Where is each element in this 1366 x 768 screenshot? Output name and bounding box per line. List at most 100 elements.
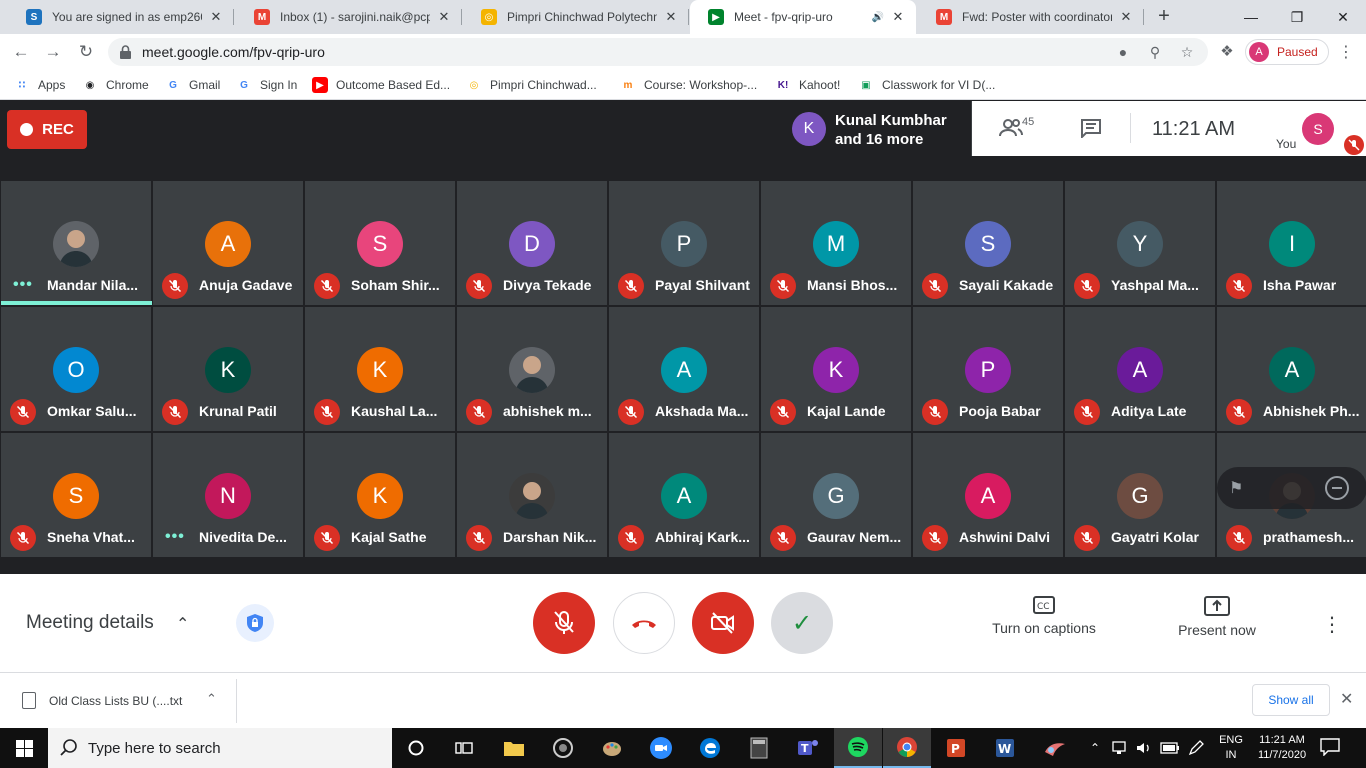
- browser-tab[interactable]: ◎ Pimpri Chinchwad Polytechnic ✕: [463, 0, 689, 34]
- camera-icon[interactable]: ●: [1114, 43, 1132, 61]
- bookmark-item[interactable]: ∷ Apps: [14, 76, 65, 94]
- browser-tab[interactable]: M Inbox (1) - sarojini.naik@pcpol ✕: [236, 0, 462, 34]
- paint-app-icon[interactable]: [588, 728, 636, 768]
- show-all-downloads-button[interactable]: Show all: [1252, 684, 1330, 716]
- participant-tile[interactable]: Darshan Nik...: [456, 432, 608, 558]
- participant-tile[interactable]: O Omkar Salu...: [0, 306, 152, 432]
- bookmark-item[interactable]: ▣ Classwork for VI D(...: [858, 76, 995, 94]
- participant-tile[interactable]: D Divya Tekade: [456, 180, 608, 306]
- reload-button[interactable]: ↻: [74, 40, 98, 64]
- participant-tile[interactable]: I Isha Pawar: [1216, 180, 1366, 306]
- show-hidden-icons[interactable]: ⌃: [1090, 728, 1100, 768]
- leave-call-button[interactable]: [613, 592, 675, 654]
- close-window-button[interactable]: ✕: [1320, 0, 1366, 34]
- bookmark-star-icon[interactable]: ☆: [1178, 43, 1196, 61]
- browser-tab[interactable]: S You are signed in as emp260 ✕: [8, 0, 234, 34]
- zoom-icon[interactable]: ⚲: [1146, 43, 1164, 61]
- calculator-icon[interactable]: [735, 728, 783, 768]
- close-tab-icon[interactable]: ✕: [890, 9, 906, 25]
- task-view-icon[interactable]: [440, 728, 488, 768]
- bookmark-item[interactable]: K! Kahoot!: [775, 76, 840, 94]
- notification-center-icon[interactable]: [1320, 738, 1340, 761]
- participant-tile[interactable]: A Aditya Late: [1064, 306, 1216, 432]
- participant-tile[interactable]: Y Yashpal Ma...: [1064, 180, 1216, 306]
- back-button[interactable]: ←: [9, 40, 33, 64]
- participant-tile[interactable]: A Akshada Ma...: [608, 306, 760, 432]
- participant-tile[interactable]: A Abhishek Ph...: [1216, 306, 1366, 432]
- participant-tile[interactable]: S Sneha Vhat...: [0, 432, 152, 558]
- snipping-tool-icon[interactable]: [1031, 728, 1079, 768]
- remove-participant-icon[interactable]: [1325, 476, 1349, 500]
- powerpoint-icon[interactable]: P: [932, 728, 980, 768]
- edge-browser-icon[interactable]: [686, 728, 734, 768]
- participant-tile[interactable]: A Abhiraj Kark...: [608, 432, 760, 558]
- chevron-up-icon[interactable]: ⌃: [176, 614, 189, 634]
- bookmark-item[interactable]: ▶ Outcome Based Ed...: [312, 76, 450, 94]
- participant-tile[interactable]: K Kajal Lande: [760, 306, 912, 432]
- presenter-chip[interactable]: K Kunal Kumbhar and 16 more: [784, 101, 972, 156]
- profile-paused-chip[interactable]: A Paused: [1245, 39, 1329, 65]
- participant-tile[interactable]: S Soham Shir...: [304, 180, 456, 306]
- chrome-menu-icon[interactable]: ⋮: [1338, 42, 1354, 61]
- chat-icon[interactable]: [1080, 118, 1102, 138]
- chevron-up-icon[interactable]: ⌃: [206, 691, 217, 707]
- extensions-puzzle-icon[interactable]: ❖: [1218, 42, 1236, 60]
- tab-audio-icon[interactable]: 🔊: [872, 12, 884, 23]
- participant-tile[interactable]: K Krunal Patil: [152, 306, 304, 432]
- self-avatar[interactable]: S: [1302, 113, 1334, 145]
- input-language[interactable]: ENG IN: [1214, 733, 1248, 763]
- new-tab-button[interactable]: +: [1154, 6, 1174, 27]
- teams-icon[interactable]: T: [784, 728, 832, 768]
- participant-tile[interactable]: S Sayali Kakade: [912, 180, 1064, 306]
- participant-tile[interactable]: K Kajal Sathe: [304, 432, 456, 558]
- close-download-shelf-icon[interactable]: ✕: [1340, 689, 1353, 709]
- close-tab-icon[interactable]: ✕: [436, 9, 452, 25]
- camera-app-icon[interactable]: [539, 728, 587, 768]
- bookmark-item[interactable]: G Sign In: [236, 76, 297, 94]
- mic-toggle-button[interactable]: [533, 592, 595, 654]
- spotify-icon[interactable]: [834, 728, 882, 768]
- camera-toggle-button[interactable]: [692, 592, 754, 654]
- taskbar-clock[interactable]: 11:21 AM 11/7/2020: [1254, 733, 1310, 763]
- forward-button[interactable]: →: [41, 40, 65, 64]
- browser-tab[interactable]: M Fwd: Poster with coordinators ✕: [918, 0, 1144, 34]
- participant-tile[interactable]: G Gayatri Kolar: [1064, 432, 1216, 558]
- participant-tile[interactable]: A Anuja Gadave: [152, 180, 304, 306]
- people-icon[interactable]: [999, 118, 1023, 138]
- file-explorer-icon[interactable]: [490, 728, 538, 768]
- extension-check-button[interactable]: ✓: [771, 592, 833, 654]
- participant-tile[interactable]: prathamesh... ⚑: [1216, 432, 1366, 558]
- chrome-taskbar-icon[interactable]: [883, 728, 931, 768]
- taskbar-search-box[interactable]: Type here to search: [48, 728, 392, 768]
- participant-tile[interactable]: A Ashwini Dalvi: [912, 432, 1064, 558]
- maximize-button[interactable]: ❐: [1274, 0, 1320, 34]
- participant-tile[interactable]: K Kaushal La...: [304, 306, 456, 432]
- bookmark-item[interactable]: ◉ Chrome: [82, 76, 149, 94]
- meeting-details-button[interactable]: Meeting details: [26, 612, 154, 634]
- close-tab-icon[interactable]: ✕: [208, 9, 224, 25]
- windows-start-button[interactable]: [0, 728, 48, 768]
- battery-icon[interactable]: [1160, 728, 1180, 768]
- pen-workspace-icon[interactable]: [1188, 728, 1204, 768]
- participant-tile[interactable]: M Mansi Bhos...: [760, 180, 912, 306]
- participant-tile[interactable]: P Pooja Babar: [912, 306, 1064, 432]
- more-options-icon[interactable]: ⋮: [1322, 612, 1342, 637]
- network-icon[interactable]: [1112, 728, 1130, 768]
- zoom-app-icon[interactable]: [637, 728, 685, 768]
- bookmark-item[interactable]: G Gmail: [165, 76, 220, 94]
- close-tab-icon[interactable]: ✕: [1118, 9, 1134, 25]
- cortana-icon[interactable]: [392, 728, 440, 768]
- captions-button[interactable]: CC Turn on captions: [984, 596, 1104, 636]
- present-now-button[interactable]: Present now: [1166, 596, 1268, 638]
- word-icon[interactable]: W: [981, 728, 1029, 768]
- host-controls-shield-icon[interactable]: [236, 604, 274, 642]
- participant-tile[interactable]: abhishek m...: [456, 306, 608, 432]
- participant-tile[interactable]: N ••• Nivedita De...: [152, 432, 304, 558]
- close-tab-icon[interactable]: ✕: [663, 9, 679, 25]
- bookmark-item[interactable]: ◎ Pimpri Chinchwad...: [466, 76, 597, 94]
- download-item[interactable]: Old Class Lists BU (....txt ⌃: [0, 679, 237, 723]
- participant-tile[interactable]: G Gaurav Nem...: [760, 432, 912, 558]
- browser-tab[interactable]: ▶ Meet - fpv-qrip-uro 🔊 ✕: [690, 0, 916, 34]
- participant-tile[interactable]: P Payal Shilvant: [608, 180, 760, 306]
- pin-icon[interactable]: ⚑: [1229, 478, 1243, 498]
